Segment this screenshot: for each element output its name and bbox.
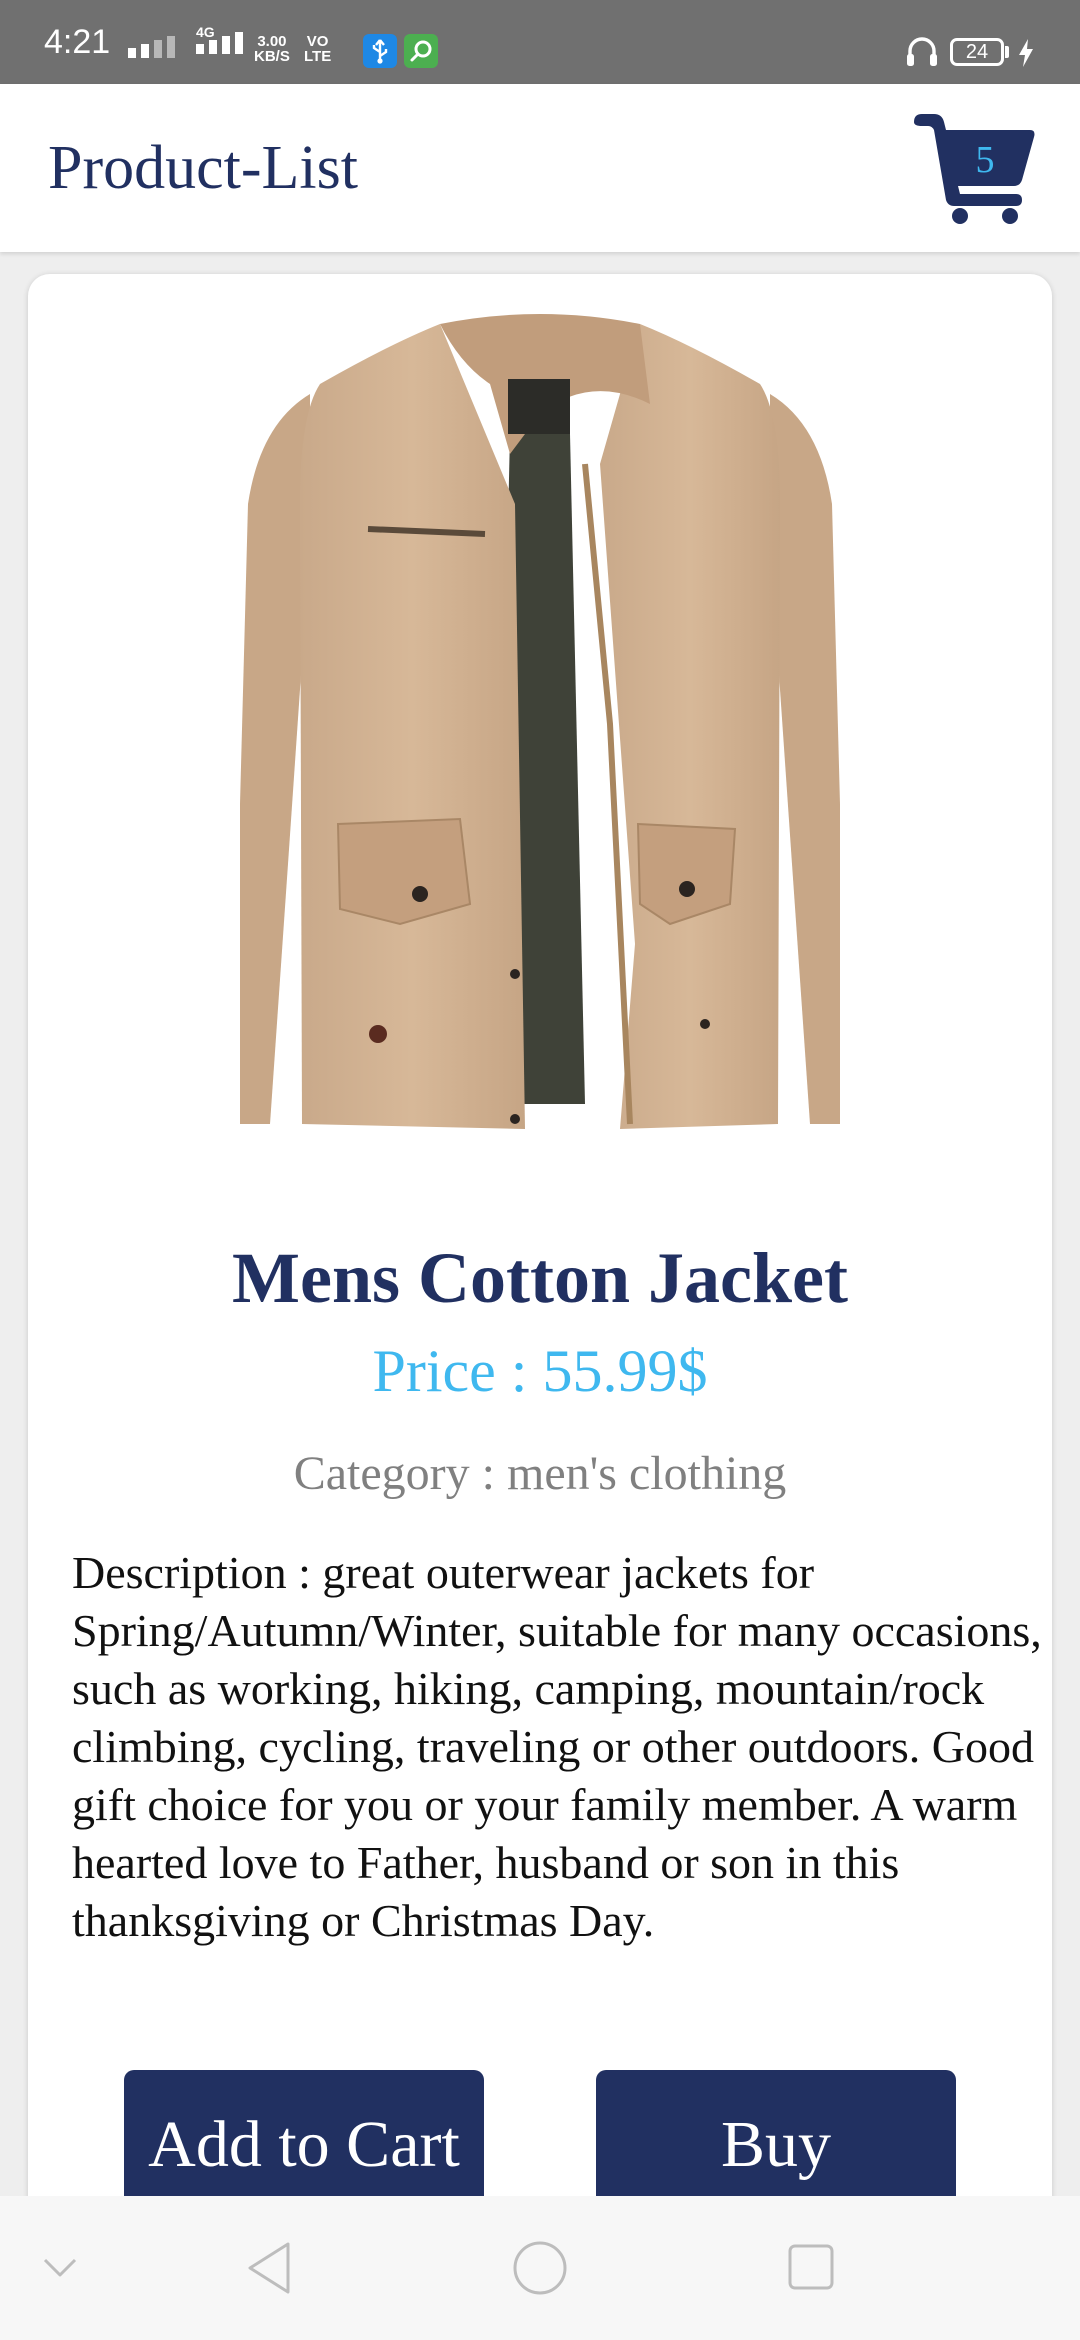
chevron-down-icon[interactable]	[42, 2256, 78, 2280]
product-price: Price : 55.99$	[372, 1338, 708, 1404]
volte-bottom: LTE	[304, 48, 332, 65]
triangle-back-icon[interactable]	[244, 2240, 294, 2296]
cart-count-badge: 5	[975, 139, 995, 181]
battery-indicator: 24	[950, 38, 1004, 66]
cart-button[interactable]: 5	[912, 112, 1036, 224]
network-type: 4G	[196, 24, 215, 40]
network-speed-value: 3.00	[257, 33, 287, 50]
product-title: Mens Cotton Jacket	[232, 1238, 848, 1318]
app-bar: Product-List 5	[0, 84, 1080, 252]
buy-button[interactable]: Buy	[596, 2070, 956, 2196]
product-card: Mens Cotton Jacket Price : 55.99$ Catego…	[28, 274, 1052, 2196]
headset-icon	[907, 37, 937, 66]
battery-tip	[1005, 46, 1009, 58]
product-image	[240, 314, 840, 1129]
volte-indicator: VO LTE	[304, 34, 331, 64]
charging-bolt-icon	[1019, 39, 1033, 67]
status-time: 4:21	[44, 23, 111, 61]
product-description: Description : great outerwear jackets fo…	[72, 1547, 1042, 1946]
signal-strength-icon	[128, 36, 175, 58]
navigation-bar	[0, 2196, 1080, 2340]
page-title: Product-List	[48, 134, 358, 202]
square-recents-icon[interactable]	[786, 2242, 836, 2292]
volte-top: VO	[306, 33, 329, 50]
network-speed: 3.00 KB/S	[254, 34, 290, 64]
add-to-cart-button[interactable]: Add to Cart	[124, 2070, 484, 2196]
product-category: Category : men's clothing	[293, 1447, 787, 1500]
circle-home-icon[interactable]	[512, 2240, 568, 2296]
app-notification-icon	[404, 34, 438, 68]
network-speed-unit: KB/S	[254, 48, 290, 65]
usb-debug-icon	[363, 34, 397, 68]
product-list[interactable]: Mens Cotton Jacket Price : 55.99$ Catego…	[0, 252, 1080, 2196]
status-bar: 4:21 4G 3.00 KB/S VO LTE 24	[0, 0, 1080, 84]
